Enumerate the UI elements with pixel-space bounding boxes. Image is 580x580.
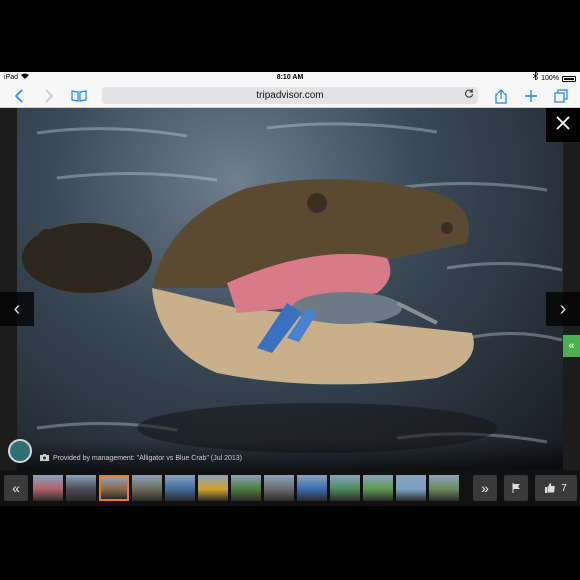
thumbnail[interactable] — [231, 475, 261, 501]
thumbnail[interactable] — [429, 475, 459, 501]
battery-icon — [562, 75, 576, 82]
new-tab-icon[interactable] — [522, 87, 540, 105]
thumbs-up-icon — [545, 480, 555, 496]
filmstrip-next-button[interactable]: » — [473, 475, 497, 501]
thumbnail[interactable] — [132, 475, 162, 501]
thumbnail[interactable] — [99, 475, 129, 501]
expand-panel-tab[interactable]: « — [563, 335, 580, 357]
flag-icon — [512, 480, 521, 496]
thumbnail[interactable] — [264, 475, 294, 501]
thumbnail[interactable] — [165, 475, 195, 501]
battery-percent: 100% — [541, 74, 559, 82]
status-bar: iPad 8:10 AM 100% — [0, 71, 580, 84]
caption-text: Provided by management: "Alligator vs Bl… — [53, 455, 243, 462]
report-flag-button[interactable] — [504, 475, 528, 501]
thumbnail[interactable] — [396, 475, 426, 501]
bookmarks-icon[interactable] — [70, 87, 88, 105]
thumbnail[interactable] — [33, 475, 63, 501]
thumbnail[interactable] — [66, 475, 96, 501]
status-time: 8:10 AM — [276, 74, 304, 81]
reload-icon[interactable] — [465, 87, 474, 104]
photo-caption: Provided by management: "Alligator vs Bl… — [40, 454, 242, 463]
close-icon — [556, 115, 570, 135]
url-text: tripadvisor.com — [256, 90, 324, 101]
thumbnail[interactable] — [297, 475, 327, 501]
like-count: 7 — [561, 482, 567, 494]
chevron-left-icon: ‹ — [13, 297, 21, 320]
share-icon[interactable] — [492, 87, 510, 105]
filmstrip-prev-button[interactable]: « — [4, 475, 28, 501]
camera-icon — [40, 454, 49, 463]
double-chevron-right-icon: » — [481, 480, 489, 496]
thumbnail[interactable] — [198, 475, 228, 501]
next-photo-button[interactable]: › — [546, 292, 580, 326]
avatar[interactable] — [8, 439, 32, 463]
close-button[interactable] — [546, 108, 580, 142]
like-button[interactable]: 7 — [535, 475, 577, 501]
back-icon[interactable] — [10, 87, 28, 105]
address-bar[interactable]: tripadvisor.com — [102, 87, 478, 104]
alligator-photo — [17, 108, 563, 470]
double-chevron-left-icon: « — [568, 340, 575, 352]
thumbnail[interactable] — [363, 475, 393, 501]
browser-toolbar: tripadvisor.com — [0, 84, 580, 108]
thumbnail[interactable] — [330, 475, 360, 501]
double-chevron-left-icon: « — [12, 480, 20, 496]
tabs-icon[interactable] — [552, 87, 570, 105]
filmstrip: « » 7 — [0, 470, 580, 506]
photo-viewer: Provided by management: "Alligator vs Bl… — [0, 108, 580, 470]
chevron-right-icon: › — [559, 297, 567, 320]
thumbnail-list — [33, 475, 459, 501]
forward-icon[interactable] — [40, 87, 58, 105]
previous-photo-button[interactable]: ‹ — [0, 292, 34, 326]
